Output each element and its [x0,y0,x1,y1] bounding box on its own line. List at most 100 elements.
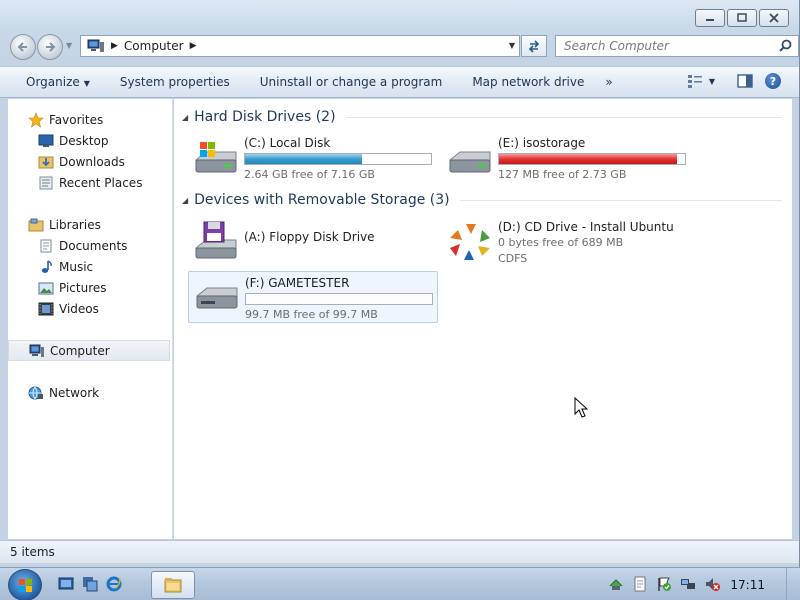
drive-f[interactable]: (F:) GAMETESTER 99.7 MB free of 99.7 MB [188,271,438,323]
drive-name: (D:) CD Drive - Install Ubuntu [498,220,674,234]
removable-storage-header[interactable]: ◢ Devices with Removable Storage (3) [182,192,782,208]
status-bar: 5 items [0,540,799,563]
navigation-bar: ▼ ▶ Computer ▶ ▼ [8,32,799,60]
maximize-icon[interactable] [727,9,757,27]
sidebar-item-desktop[interactable]: Desktop [8,130,172,151]
sidebar-item-downloads[interactable]: Downloads [8,151,172,172]
breadcrumb[interactable]: Computer [124,39,184,53]
content-pane: ◢ Hard Disk Drives (2) (C:) Local Disk 2… [174,99,792,539]
windows-logo-icon [19,579,32,592]
map-network-drive-button[interactable]: Map network drive [457,75,599,89]
breadcrumb-chevron-icon[interactable]: ▶ [111,41,118,51]
chevron-down-icon: ▼ [708,76,715,86]
removable-drive-icon [196,287,238,309]
drive-d[interactable]: (D:) CD Drive - Install Ubuntu 0 bytes f… [442,216,692,268]
drive-name: (C:) Local Disk [244,136,331,150]
internet-explorer-icon[interactable] [106,576,122,592]
close-icon[interactable] [759,9,789,27]
explorer-window: ▼ ▶ Computer ▶ ▼ Organize▼ System proper [0,0,800,567]
drive-free-space: 0 bytes free of 689 MB [498,236,624,249]
divider [345,116,782,118]
collapse-triangle-icon[interactable]: ◢ [182,196,188,205]
preview-pane-icon[interactable] [737,74,753,88]
back-button[interactable] [10,34,36,60]
folder-icon [164,578,182,593]
divider [459,199,782,201]
drive-name: (A:) Floppy Disk Drive [244,230,375,244]
drive-usage-bar [244,153,432,165]
help-icon[interactable]: ? [765,73,781,89]
desktop-icon [38,133,54,149]
caption-buttons [695,9,789,27]
network-share-icon[interactable] [608,576,624,592]
volume-muted-icon[interactable] [704,576,720,592]
favorites-group: Favorites Desktop Downloads Recent Place… [8,109,172,193]
change-view-button[interactable]: ▼ [687,74,715,88]
taskbar: 17:11 [0,567,800,600]
sidebar-item-favorites[interactable]: Favorites [8,109,172,130]
address-dropdown-icon[interactable]: ▼ [509,41,515,50]
clock[interactable]: 17:11 [730,578,765,592]
drive-usage-fill [499,154,677,164]
address-bar[interactable]: ▶ Computer ▶ ▼ [80,35,520,57]
hard-drive-icon [449,151,491,173]
drive-c[interactable]: (C:) Local Disk 2.64 GB free of 7.16 GB [188,132,438,184]
sidebar-item-videos[interactable]: Videos [8,298,172,319]
sidebar-item-music[interactable]: Music [8,256,172,277]
computer-icon [87,39,104,52]
drive-free-space: 127 MB free of 2.73 GB [498,168,627,181]
sidebar-item-computer[interactable]: Computer [8,340,170,361]
floppy-drive-icon [195,221,237,259]
taskbar-explorer-button[interactable] [151,571,195,599]
quick-launch [58,576,122,592]
star-icon [28,111,44,128]
drive-usage-fill [245,154,363,164]
drive-name: (F:) GAMETESTER [245,276,350,290]
action-center-flag-icon[interactable] [656,576,672,592]
recent-pages-chevron-icon[interactable]: ▼ [66,41,72,50]
ubuntu-cd-icon [450,224,490,260]
documents-icon [38,238,54,254]
drive-name: (E:) isostorage [498,136,586,150]
mouse-cursor-icon [574,397,588,418]
refresh-button[interactable] [521,35,547,57]
start-button[interactable] [8,569,42,600]
switch-windows-icon[interactable] [82,576,98,592]
show-desktop-button[interactable] [786,568,800,600]
sidebar-item-documents[interactable]: Documents [8,235,172,256]
drive-a[interactable]: (A:) Floppy Disk Drive [188,216,438,268]
sidebar-item-network[interactable]: Network [8,382,172,403]
pictures-icon [38,280,54,296]
collapse-triangle-icon[interactable]: ◢ [182,113,188,122]
forward-button[interactable] [37,34,63,60]
sidebar-item-libraries[interactable]: Libraries [8,214,172,235]
libraries-group: Libraries Documents Music Pictures Video… [8,214,172,319]
chevron-down-icon: ▼ [83,79,90,88]
show-desktop-icon[interactable] [58,576,74,592]
network-status-icon[interactable] [680,576,696,592]
item-count: 5 items [10,545,55,559]
more-commands-button[interactable]: » [599,75,618,89]
hard-disk-drives-header[interactable]: ◢ Hard Disk Drives (2) [182,109,782,125]
computer-icon [29,343,45,359]
system-properties-button[interactable]: System properties [105,75,245,89]
breadcrumb-chevron-icon[interactable]: ▶ [190,41,197,51]
recent-places-icon [38,175,54,191]
drive-usage-bar [245,293,433,305]
sidebar-item-pictures[interactable]: Pictures [8,277,172,298]
music-icon [38,259,54,275]
sidebar-item-recent-places[interactable]: Recent Places [8,172,172,193]
search-input[interactable] [564,39,764,53]
uninstall-program-button[interactable]: Uninstall or change a program [245,75,458,89]
document-icon[interactable] [632,576,648,592]
notification-area [608,576,720,592]
search-box[interactable] [555,35,799,57]
drive-free-space: 99.7 MB free of 99.7 MB [245,308,378,321]
network-icon [28,385,44,401]
refresh-icon [528,40,540,53]
view-options-icon [687,75,702,88]
organize-menu[interactable]: Organize ▼ [0,75,105,89]
drive-e[interactable]: (E:) isostorage 127 MB free of 2.73 GB [442,132,692,184]
search-icon[interactable] [779,39,792,56]
minimize-icon[interactable] [695,9,725,27]
